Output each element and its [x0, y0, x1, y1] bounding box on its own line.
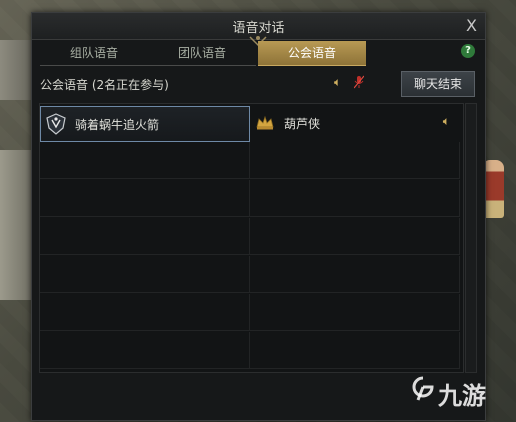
empty-slot [250, 256, 460, 293]
help-icon[interactable]: ? [461, 44, 475, 58]
empty-slot [40, 256, 250, 293]
member-name: 骑着蜗牛追火箭 [75, 118, 160, 132]
end-chat-button[interactable]: 聊天结束 [401, 71, 475, 97]
list-scrollbar[interactable] [465, 103, 477, 373]
stone-pillar [0, 150, 34, 300]
empty-slot [250, 332, 460, 369]
tab-bar: 组队语音 团队语音 公会语音 [40, 41, 370, 66]
watermark-logo-icon [412, 376, 434, 401]
member-row[interactable]: 葫芦侠 🔈︎ [250, 106, 458, 140]
speaker-icon[interactable]: 🔈︎ [334, 75, 341, 90]
participants-label: 公会语音 (2名正在参与) [40, 78, 169, 92]
tab-party-voice[interactable]: 组队语音 [40, 41, 148, 66]
member-row[interactable]: 骑着蜗牛追火箭 [40, 106, 250, 142]
empty-slot [40, 294, 250, 331]
empty-slot [40, 332, 250, 369]
tab-guild-voice[interactable]: 公会语音 [258, 41, 366, 66]
crown-icon [256, 115, 274, 130]
close-button[interactable]: X [466, 16, 477, 35]
empty-slot [40, 180, 250, 217]
empty-slot [250, 294, 460, 331]
empty-slot [250, 142, 460, 179]
tab-raid-voice[interactable]: 团队语音 [148, 41, 256, 66]
speaker-icon: 🔈︎ [442, 114, 450, 128]
guild-crest-icon [46, 113, 66, 135]
empty-slot [250, 180, 460, 217]
mic-muted-icon[interactable] [354, 75, 364, 89]
empty-slot [250, 218, 460, 255]
empty-slot [40, 218, 250, 255]
voice-status-row: 公会语音 (2名正在参与) 🔈︎ 聊天结束 [32, 69, 485, 99]
member-name: 葫芦侠 [284, 117, 321, 131]
member-list: 骑着蜗牛追火箭 葫芦侠 🔈︎ [39, 103, 464, 373]
voice-chat-dialog: 语音对话 X 组队语音 团队语音 公会语音 ? 公会语音 (2名正在参与) 🔈︎… [31, 12, 486, 421]
watermark-text: 九游 [438, 382, 486, 410]
empty-slot [40, 142, 250, 179]
